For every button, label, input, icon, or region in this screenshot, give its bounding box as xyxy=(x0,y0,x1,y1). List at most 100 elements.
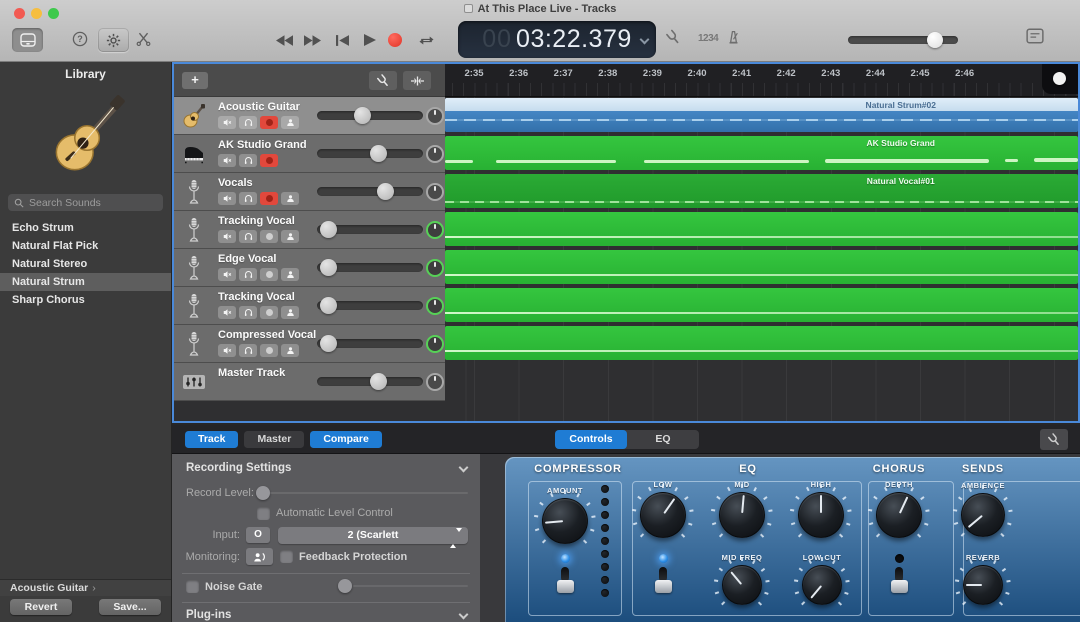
noise-gate-track[interactable] xyxy=(353,585,468,587)
input-source-dropdown[interactable]: 2 (Scarlett xyxy=(278,527,468,544)
breadcrumb[interactable]: Acoustic Guitar› xyxy=(0,579,171,596)
cycle-button[interactable] xyxy=(414,31,438,49)
track-pan-knob[interactable] xyxy=(426,259,444,277)
catch-playhead-button[interactable] xyxy=(403,71,431,90)
smart-controls-button[interactable] xyxy=(98,28,129,52)
track-pan-knob[interactable] xyxy=(426,373,444,391)
knob-low-cut[interactable] xyxy=(802,565,842,605)
knob-amount[interactable] xyxy=(542,498,588,544)
knob-mid-freq[interactable] xyxy=(722,565,762,605)
track-volume-slider[interactable] xyxy=(317,301,423,310)
record-enable-button[interactable] xyxy=(260,154,278,167)
mute-button[interactable] xyxy=(218,344,236,357)
region-clip[interactable] xyxy=(445,250,1078,284)
track-pan-knob[interactable] xyxy=(426,107,444,125)
power-switch[interactable] xyxy=(891,567,908,593)
mute-button[interactable] xyxy=(218,230,236,243)
solo-button[interactable] xyxy=(239,268,257,281)
tab-compare[interactable]: Compare xyxy=(310,431,382,448)
track-header-row[interactable]: Tracking Vocal xyxy=(174,211,445,249)
noise-gate-checkbox[interactable] xyxy=(186,580,199,593)
region-clip[interactable]: Natural Vocal#01 xyxy=(445,174,1078,208)
go-to-beginning-button[interactable] xyxy=(330,31,354,49)
record-enable-button[interactable] xyxy=(260,268,278,281)
track-volume-knob[interactable] xyxy=(354,107,371,124)
noise-gate-knob[interactable] xyxy=(338,579,352,593)
input-monitoring-button[interactable] xyxy=(281,268,299,281)
record-enable-button[interactable] xyxy=(260,306,278,319)
track-pan-knob[interactable] xyxy=(426,145,444,163)
track-volume-slider[interactable] xyxy=(317,187,423,196)
library-item[interactable]: Echo Strum xyxy=(0,219,171,237)
track-volume-knob[interactable] xyxy=(370,145,387,162)
library-toggle-button[interactable] xyxy=(12,28,43,52)
power-switch[interactable] xyxy=(655,567,672,593)
tuner-button[interactable] xyxy=(666,29,681,46)
master-volume-knob[interactable] xyxy=(927,32,943,48)
track-header-row[interactable]: Tracking Vocal xyxy=(174,287,445,325)
track-header-row[interactable]: Master Track xyxy=(174,363,445,401)
input-format-button[interactable]: O xyxy=(246,527,270,543)
play-button[interactable] xyxy=(358,31,382,49)
library-item[interactable]: Natural Flat Pick xyxy=(0,237,171,255)
track-header-row[interactable]: Compressed Vocal xyxy=(174,325,445,363)
input-monitoring-button[interactable] xyxy=(281,344,299,357)
recording-settings-header[interactable]: Recording Settings xyxy=(186,462,291,474)
forward-button[interactable] xyxy=(300,31,324,49)
knob-reverb[interactable] xyxy=(963,565,1003,605)
solo-button[interactable] xyxy=(239,116,257,129)
count-in-button[interactable]: 1234 xyxy=(698,33,718,44)
track-header-row[interactable]: Acoustic Guitar xyxy=(174,97,445,135)
monitoring-button[interactable] xyxy=(246,548,273,565)
track-header-row[interactable]: AK Studio Grand xyxy=(174,135,445,173)
track-volume-slider[interactable] xyxy=(317,263,423,272)
solo-button[interactable] xyxy=(239,154,257,167)
record-enable-button[interactable] xyxy=(260,344,278,357)
record-level-track[interactable] xyxy=(270,492,468,494)
search-input[interactable]: Search Sounds xyxy=(8,194,163,211)
mute-button[interactable] xyxy=(218,268,236,281)
track-volume-knob[interactable] xyxy=(320,259,337,276)
time-ruler[interactable]: 2:352:362:372:382:392:402:412:422:432:44… xyxy=(445,64,1078,97)
tab-track[interactable]: Track xyxy=(185,431,238,448)
solo-button[interactable] xyxy=(239,192,257,205)
tab-controls[interactable]: Controls xyxy=(555,430,627,449)
solo-button[interactable] xyxy=(239,344,257,357)
track-volume-knob[interactable] xyxy=(320,297,337,314)
track-volume-slider[interactable] xyxy=(317,149,423,158)
track-volume-knob[interactable] xyxy=(320,221,337,238)
zoom-slider-knob[interactable] xyxy=(1053,72,1066,85)
track-volume-knob[interactable] xyxy=(320,335,337,352)
solo-button[interactable] xyxy=(239,306,257,319)
lcd-display[interactable]: 00 03:22.379 xyxy=(458,21,656,58)
track-pan-knob[interactable] xyxy=(426,335,444,353)
library-item[interactable]: Natural Strum xyxy=(0,273,171,291)
rewind-button[interactable] xyxy=(272,31,296,49)
track-header-row[interactable]: Vocals xyxy=(174,173,445,211)
track-pan-knob[interactable] xyxy=(426,221,444,239)
track-volume-slider[interactable] xyxy=(317,339,423,348)
mute-button[interactable] xyxy=(218,192,236,205)
help-button[interactable]: ? xyxy=(72,31,88,47)
track-pan-knob[interactable] xyxy=(426,183,444,201)
track-volume-knob[interactable] xyxy=(377,183,394,200)
input-monitoring-button[interactable] xyxy=(281,230,299,243)
track-pan-knob[interactable] xyxy=(426,297,444,315)
editors-button[interactable] xyxy=(136,31,151,46)
master-volume-slider[interactable] xyxy=(848,36,958,44)
tuner-button-bottom[interactable] xyxy=(1040,429,1068,450)
zoom-slider[interactable] xyxy=(1042,64,1078,94)
record-enable-button[interactable] xyxy=(260,192,278,205)
power-switch[interactable] xyxy=(557,567,574,593)
add-track-button[interactable]: + xyxy=(182,72,208,89)
library-item[interactable]: Natural Stereo xyxy=(0,255,171,273)
region-clip[interactable] xyxy=(445,326,1078,360)
record-enable-button[interactable] xyxy=(260,116,278,129)
solo-button[interactable] xyxy=(239,230,257,243)
metronome-button[interactable] xyxy=(726,29,741,45)
plugins-header[interactable]: Plug-ins xyxy=(186,609,231,621)
mute-button[interactable] xyxy=(218,116,236,129)
mute-button[interactable] xyxy=(218,306,236,319)
tuner-tool-button[interactable] xyxy=(369,71,397,90)
feedback-protection-checkbox[interactable] xyxy=(280,550,293,563)
